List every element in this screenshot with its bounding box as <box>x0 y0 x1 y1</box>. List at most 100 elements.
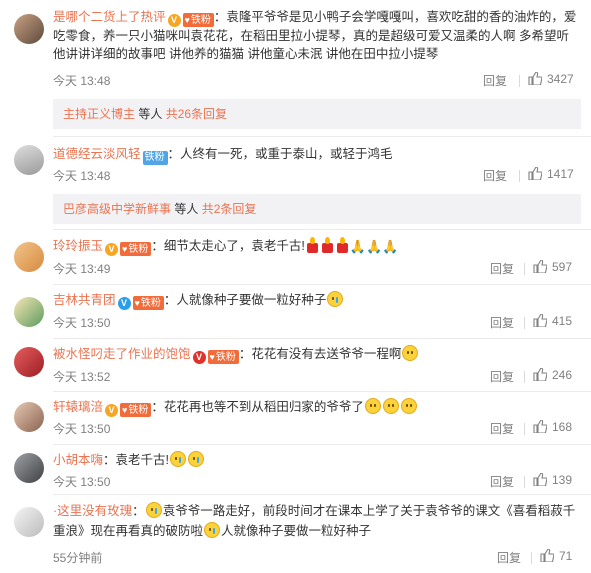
reply-username[interactable]: 巴彦高级中学新鲜事 <box>63 202 171 216</box>
username[interactable]: 吉林共青团 <box>53 293 116 307</box>
like-button[interactable]: 3427 <box>528 72 574 86</box>
candle-emoji <box>321 237 334 253</box>
comment-text: 玲玲振玉 V ♥铁粉 ：细节太走心了，袁老千古! 🙏🙏🙏 <box>53 237 581 256</box>
v-badge-icon: V <box>117 297 131 310</box>
fan-badge[interactable]: ♥铁粉 <box>120 242 152 256</box>
comment-text: 轩辕璃涪 V ♥铁粉 ：花花再也等不到从稻田归家的爷爷了 <box>53 398 581 417</box>
comment-meta: 今天 13:52 回复 246 <box>53 368 581 386</box>
praying-hands-emoji: 🙏 <box>366 239 383 254</box>
like-button[interactable]: 168 <box>533 420 572 434</box>
divider <box>53 494 591 495</box>
reply-summary: 巴彦高级中学新鲜事 等人 共2条回复 <box>53 194 581 224</box>
username[interactable]: 小胡本嗨 <box>53 453 103 467</box>
thumbs-up-icon <box>533 368 547 381</box>
divider <box>53 391 591 392</box>
heart-icon: ♥ <box>184 15 190 25</box>
avatar[interactable] <box>14 402 44 432</box>
comment-meta: 今天 13:48 回复 3427 <box>53 72 581 90</box>
reply-username[interactable]: 主持正义博主 <box>63 107 135 121</box>
avatar[interactable] <box>14 242 44 272</box>
heart-icon: ♥ <box>134 298 140 308</box>
username[interactable]: 玲玲振玉 <box>53 239 103 253</box>
divider <box>524 263 525 275</box>
thumbs-up-icon <box>533 314 547 327</box>
comment-meta: 55分钟前 回复 71 <box>53 549 581 567</box>
comment-body: ：人终有一死，或重于泰山，或轻于鸿毛 <box>167 147 393 161</box>
like-count: 597 <box>552 260 573 274</box>
username[interactable]: 轩辕璃涪 <box>53 400 103 414</box>
comment-text: 是哪个二货上了热评 V ♥铁粉 ：袁隆平爷爷是见小鸭子会学嘎嘎叫，喜欢吃甜的香的油炸的… <box>53 8 581 63</box>
timestamp: 今天 13:50 <box>53 316 111 330</box>
avatar[interactable] <box>14 453 44 483</box>
username[interactable]: ·这里没有玫瑰 <box>53 504 132 518</box>
thumbs-up-icon <box>533 420 547 433</box>
comment-meta: 今天 13:50 回复 415 <box>53 314 581 332</box>
comment-text: 小胡本嗨：袁老千古! <box>53 451 581 469</box>
like-button[interactable]: 139 <box>533 473 572 487</box>
like-button[interactable]: 71 <box>540 549 572 563</box>
divider <box>519 75 520 87</box>
v-badge-icon: V <box>192 351 206 364</box>
fan-badge[interactable]: 铁粉 <box>142 151 168 165</box>
username[interactable]: 被水怪叼走了作业的饱饱 <box>53 347 191 361</box>
fan-badge[interactable]: ♥铁粉 <box>182 13 214 27</box>
comment-body: ：花花有没有去送爷爷一程啊 <box>238 347 402 361</box>
username[interactable]: 是哪个二货上了热评 <box>53 10 166 24</box>
timestamp: 今天 13:49 <box>53 262 111 276</box>
like-count: 1417 <box>547 167 574 181</box>
crying-face-emoji <box>145 502 162 518</box>
like-button[interactable]: 415 <box>533 314 572 328</box>
fan-badge[interactable]: ♥铁粉 <box>207 350 239 364</box>
avatar[interactable] <box>14 507 44 537</box>
comment-text: ·这里没有玫瑰： 袁爷爷一路走好，前段时间才在课本上学了关于袁爷爷的课文《喜看稻菽… <box>53 502 576 538</box>
reply-button[interactable]: 回复 <box>490 260 514 277</box>
divider <box>524 476 525 488</box>
reply-button[interactable]: 回复 <box>490 314 514 331</box>
reply-button[interactable]: 回复 <box>490 473 514 490</box>
crying-face-emoji <box>204 522 221 538</box>
like-count: 3427 <box>547 72 574 86</box>
reply-button[interactable]: 回复 <box>483 72 507 89</box>
comment-body: ：细节太走心了，袁老千古! <box>151 239 305 253</box>
comment-text: 道德经云淡风轻 铁粉 ：人终有一死，或重于泰山，或轻于鸿毛 <box>53 145 581 165</box>
crying-face-emoji <box>327 291 344 307</box>
avatar[interactable] <box>14 347 44 377</box>
like-count: 139 <box>552 473 573 487</box>
like-button[interactable]: 246 <box>533 368 572 382</box>
timestamp: 今天 13:52 <box>53 370 111 384</box>
crying-face-emoji <box>170 451 186 467</box>
avatar[interactable] <box>14 145 44 175</box>
sad-face-emoji <box>402 345 419 361</box>
like-button[interactable]: 1417 <box>528 167 574 181</box>
comment-body: 人就像种子要做一粒好种子 <box>221 524 372 538</box>
reply-summary: 主持正义博主 等人 共26条回复 <box>53 99 581 129</box>
comment-meta: 今天 13:49 回复 597 <box>53 260 581 278</box>
timestamp: 今天 13:48 <box>53 74 111 88</box>
fan-badge[interactable]: ♥铁粉 <box>120 403 152 417</box>
divider <box>524 423 525 435</box>
fan-badge[interactable]: ♥铁粉 <box>132 296 164 310</box>
view-replies-link[interactable]: 共26条回复 <box>166 107 227 121</box>
timestamp: 55分钟前 <box>53 551 103 565</box>
avatar[interactable] <box>14 297 44 327</box>
praying-hands-emoji: 🙏 <box>382 239 399 254</box>
sad-face-emoji <box>382 398 399 414</box>
reply-button[interactable]: 回复 <box>497 549 521 566</box>
divider <box>524 317 525 329</box>
v-badge-icon: V <box>105 404 119 417</box>
like-button[interactable]: 597 <box>533 260 572 274</box>
view-replies-link[interactable]: 共2条回复 <box>202 202 257 216</box>
divider <box>53 229 591 230</box>
heart-icon: ♥ <box>209 352 215 362</box>
avatar[interactable] <box>14 14 44 44</box>
like-count: 71 <box>559 549 573 563</box>
reply-button[interactable]: 回复 <box>490 368 514 385</box>
username[interactable]: 道德经云淡风轻 <box>53 147 141 161</box>
comment-meta: 今天 13:48 回复 1417 <box>53 167 581 185</box>
praying-hands-emoji: 🙏 <box>349 239 367 254</box>
like-count: 168 <box>552 420 573 434</box>
reply-button[interactable]: 回复 <box>490 420 514 437</box>
reply-button[interactable]: 回复 <box>483 167 507 184</box>
timestamp: 今天 13:50 <box>53 475 111 489</box>
like-count: 246 <box>552 368 573 382</box>
